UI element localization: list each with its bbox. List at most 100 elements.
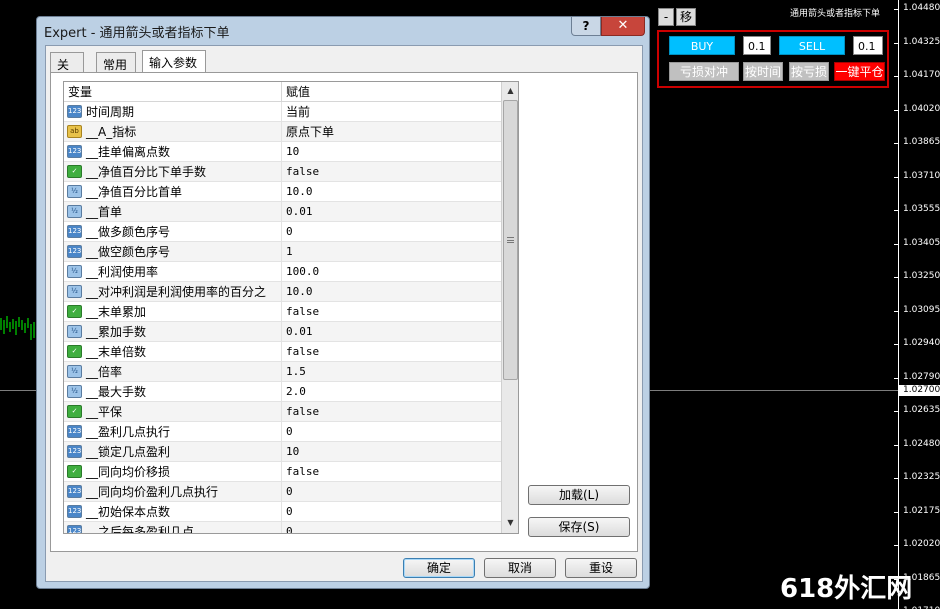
buy-button[interactable]: BUY <box>669 36 735 55</box>
parameter-name-text: __做多颜色序号 <box>86 225 171 239</box>
parameter-row[interactable]: ab __A_指标 原点下单 <box>64 122 501 142</box>
parameter-row[interactable]: ✓ __同向均价移损 false <box>64 462 501 482</box>
close-all-button[interactable]: 一键平仓 <box>834 62 885 81</box>
tab-inputs[interactable]: 输入参数 <box>142 50 206 73</box>
int-type-icon: 123 <box>67 245 82 258</box>
parameter-row[interactable]: ½ __利润使用率 100.0 <box>64 262 501 282</box>
dbl-type-icon: ½ <box>67 265 82 278</box>
price-tick-label: 1.03865 <box>903 137 940 147</box>
parameter-name-text: 时间周期 <box>86 105 135 119</box>
parameter-name-text: __首单 <box>86 205 123 219</box>
parameter-row[interactable]: ½ __最大手数 2.0 <box>64 382 501 402</box>
parameter-value[interactable]: 0 <box>282 422 501 442</box>
parameter-name: ✓ __末单倍数 <box>64 342 282 362</box>
by-time-button[interactable]: 按时间 <box>743 62 783 81</box>
ok-button[interactable]: 确定 <box>403 558 475 578</box>
parameter-row[interactable]: ✓ __净值百分比下单手数 false <box>64 162 501 182</box>
price-tick-mark <box>894 210 898 211</box>
tab-about[interactable]: 关于 <box>50 52 84 89</box>
move-button[interactable]: 移 <box>676 8 696 26</box>
price-candles <box>0 316 35 340</box>
sell-button[interactable]: SELL <box>779 36 845 55</box>
by-loss-button[interactable]: 按亏损 <box>789 62 829 81</box>
price-tick-mark <box>894 444 898 446</box>
int-type-icon: 123 <box>67 485 82 498</box>
tab-common[interactable]: 常用 <box>96 52 136 72</box>
parameter-value[interactable]: 10.0 <box>282 182 501 202</box>
parameter-row[interactable]: ✓ __平保 false <box>64 402 501 422</box>
load-button[interactable]: 加载(L) <box>528 485 630 505</box>
bool-type-icon: ✓ <box>67 345 82 358</box>
parameter-row[interactable]: ½ __净值百分比首单 10.0 <box>64 182 501 202</box>
parameter-value[interactable]: false <box>282 162 501 182</box>
parameter-value[interactable]: 0 <box>282 522 501 533</box>
int-type-icon: 123 <box>67 145 82 158</box>
parameter-value[interactable]: 0.01 <box>282 202 501 222</box>
parameter-value[interactable]: 0.01 <box>282 322 501 342</box>
trade-panel: BUY 0.1 SELL 0.1 亏损对冲 按时间 按亏损 一键平仓 <box>657 30 889 88</box>
parameter-row[interactable]: 123 __初始保本点数 0 <box>64 502 501 522</box>
parameter-value[interactable]: 原点下单 <box>282 122 501 142</box>
parameter-value[interactable]: false <box>282 302 501 322</box>
save-button[interactable]: 保存(S) <box>528 517 630 537</box>
parameter-row[interactable]: 123 __同向均价盈利几点执行 0 <box>64 482 501 502</box>
grid-scrollbar[interactable]: ▲ ▼ <box>501 82 518 533</box>
parameter-row[interactable]: 123 __做多颜色序号 0 <box>64 222 501 242</box>
loss-hedge-button[interactable]: 亏损对冲 <box>669 62 739 81</box>
int-type-icon: 123 <box>67 505 82 518</box>
grid-rows: 123 时间周期 当前 ab __A_指标 原点下单 123 __挂单偏离点数 10 ✓ __净值百… <box>64 102 501 533</box>
parameter-row[interactable]: 123 __锁定几点盈利 10 <box>64 442 501 462</box>
bool-type-icon: ✓ <box>67 405 82 418</box>
parameter-value[interactable]: 2.0 <box>282 382 501 402</box>
reset-button[interactable]: 重设 <box>565 558 637 578</box>
screen: 1.02700 1.04480 1.04325 1.04170 1.04020 1.03… <box>0 0 940 609</box>
parameter-value[interactable]: 10.0 <box>282 282 501 302</box>
column-variable[interactable]: 变量 <box>64 82 282 102</box>
price-tick-label: 1.03710 <box>903 170 940 181</box>
buy-lot-input[interactable]: 0.1 <box>743 36 771 55</box>
parameter-row[interactable]: ½ __倍率 1.5 <box>64 362 501 382</box>
scroll-thumb[interactable] <box>503 100 518 380</box>
parameter-row[interactable]: 123 __挂单偏离点数 10 <box>64 142 501 162</box>
parameter-row[interactable]: 123 时间周期 当前 <box>64 102 501 122</box>
parameter-name: ½ __利润使用率 <box>64 262 282 282</box>
parameter-row[interactable]: ✓ __末单累加 false <box>64 302 501 322</box>
dbl-type-icon: ½ <box>67 325 82 338</box>
help-button[interactable]: ? <box>571 17 601 36</box>
parameter-row[interactable]: ½ __对冲利润是利润使用率的百分之 10.0 <box>64 282 501 302</box>
parameter-value[interactable]: 10 <box>282 442 501 462</box>
column-value[interactable]: 赋值 <box>282 82 501 102</box>
parameter-name: ½ __对冲利润是利润使用率的百分之 <box>64 282 282 302</box>
parameter-row[interactable]: ½ __首单 0.01 <box>64 202 501 222</box>
parameter-value[interactable]: false <box>282 462 501 482</box>
parameter-name: ✓ __净值百分比下单手数 <box>64 162 282 182</box>
parameter-row[interactable]: 123 __做空颜色序号 1 <box>64 242 501 262</box>
parameter-row[interactable]: 123 __之后每多盈利几点 0 <box>64 522 501 533</box>
parameter-value[interactable]: 1.5 <box>282 362 501 382</box>
parameter-row[interactable]: 123 __盈利几点执行 0 <box>64 422 501 442</box>
parameter-row[interactable]: ½ __累加手数 0.01 <box>64 322 501 342</box>
parameter-value[interactable]: 10 <box>282 142 501 162</box>
parameter-value[interactable]: 0 <box>282 222 501 242</box>
parameter-row[interactable]: ✓ __末单倍数 false <box>64 342 501 362</box>
sell-lot-input[interactable]: 0.1 <box>853 36 883 55</box>
parameter-value[interactable]: false <box>282 402 501 422</box>
str-type-icon: ab <box>67 125 82 138</box>
price-tick-mark <box>894 277 898 278</box>
price-tick-label: 1.03555 <box>903 204 940 214</box>
minimize-button[interactable]: - <box>658 8 674 26</box>
parameter-value[interactable]: 当前 <box>282 102 501 122</box>
scroll-down-icon[interactable]: ▼ <box>503 515 518 531</box>
parameter-value[interactable]: 1 <box>282 242 501 262</box>
parameter-value[interactable]: 0 <box>282 502 501 522</box>
parameter-name: ✓ __末单累加 <box>64 302 282 322</box>
parameter-value[interactable]: false <box>282 342 501 362</box>
dialog-titlebar[interactable]: Expert - 通用箭头或者指标下单 ? ✕ <box>37 17 649 43</box>
parameter-name-text: __倍率 <box>86 365 123 379</box>
close-button[interactable]: ✕ <box>601 17 645 36</box>
cancel-button[interactable]: 取消 <box>484 558 556 578</box>
parameter-value[interactable]: 100.0 <box>282 262 501 282</box>
parameter-value[interactable]: 0 <box>282 482 501 502</box>
int-type-icon: 123 <box>67 225 82 238</box>
scroll-up-icon[interactable]: ▲ <box>503 83 518 99</box>
